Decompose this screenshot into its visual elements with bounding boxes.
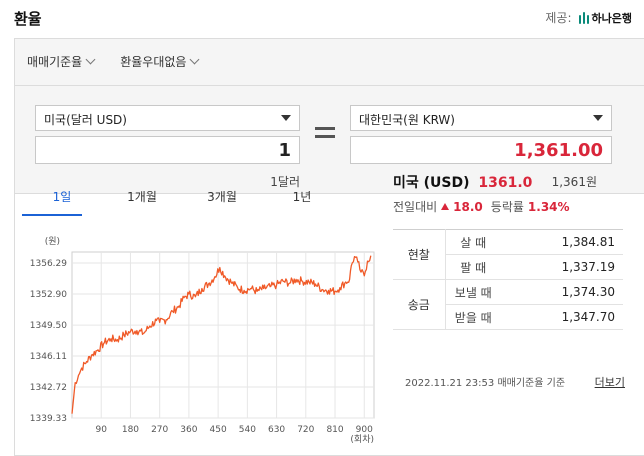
provider-info: 제공: 하나은행 (545, 9, 632, 26)
x-tick-label: 630 (268, 425, 285, 435)
y-tick-label: 1339.33 (30, 414, 67, 424)
rates-table: 현찰 살 때 1,384.81 팔 때 1,337.19 송금 보낼 때 1,3… (393, 229, 623, 330)
bank-logo[interactable]: 하나은행 (578, 10, 632, 26)
y-tick-label: 1342.72 (30, 383, 67, 393)
from-currency-select[interactable]: 미국(달러 USD) (35, 105, 300, 131)
from-amount-input[interactable]: 1 (35, 136, 300, 164)
remittance-group-label: 송금 (393, 279, 446, 330)
from-currency-value: 미국(달러 USD) (44, 113, 127, 127)
x-tick-label: 90 (95, 425, 107, 435)
rate-value: 1,374.30 (501, 279, 623, 305)
active-tab-indicator (22, 214, 82, 216)
rate-value: 1,337.19 (501, 254, 623, 280)
tab-1day[interactable]: 1일 (22, 186, 102, 216)
equals-icon (315, 127, 335, 143)
rise-value: 1.34% (527, 199, 570, 214)
tab-3months[interactable]: 3개월 (182, 186, 262, 216)
y-tick-label: 1349.50 (30, 321, 67, 331)
x-tick-label: 270 (151, 425, 168, 435)
dropdown-arrow-icon (593, 115, 603, 121)
rate-label: 살 때 (445, 229, 501, 255)
converter-area: 매매기준율 환율우대없음 미국(달러 USD) 1 1달러 대한민국(원 KRW… (15, 39, 644, 194)
x-axis-label: (회차) (350, 433, 374, 445)
x-tick-label: 720 (297, 425, 314, 435)
x-tick-label: 810 (326, 425, 343, 435)
rate-summary: 미국 (USD) 1361.0 전일대비 18.0 등락률 1.34% (393, 172, 630, 215)
x-tick-label: 180 (122, 425, 139, 435)
footer: 2022.11.21 23:53 매매기준율 기준 더보기 (405, 374, 625, 390)
rate-basis-label: 매매기준율 (27, 55, 83, 69)
y-tick-label: 1356.29 (30, 259, 67, 269)
divider (15, 85, 644, 86)
header: 환율 제공: 하나은행 (0, 0, 644, 38)
hana-logo-icon (578, 11, 590, 24)
rate-label: 보낼 때 (445, 279, 501, 305)
tab-1year[interactable]: 1년 (262, 186, 342, 216)
y-tick-label: 1352.90 (30, 290, 67, 300)
exchange-rate-chart: 1356.29 1352.90 1349.50 1346.11 1342.72 1339.… (30, 236, 375, 445)
rate-label: 받을 때 (445, 304, 501, 330)
change-label: 전일대비 (393, 200, 438, 214)
dropdown-arrow-icon (281, 115, 291, 121)
rate-value: 1,347.70 (501, 304, 623, 330)
rate-label: 팔 때 (445, 254, 501, 280)
table-row: 현찰 살 때 1,384.81 (393, 229, 623, 280)
rise-label: 등락률 (490, 200, 524, 214)
x-tick-label: 360 (180, 425, 197, 435)
x-tick-label: 540 (239, 425, 256, 435)
provider-name: 하나은행 (591, 11, 632, 25)
provider-label: 제공: (545, 11, 572, 25)
cash-group-label: 현찰 (393, 229, 446, 280)
basis-note: 매매기준율 기준 (497, 378, 566, 389)
more-link[interactable]: 더보기 (595, 374, 625, 390)
summary-rate: 1361.0 (478, 175, 533, 191)
summary-country: 미국 (USD) (393, 175, 470, 191)
rate-options: 매매기준율 환율우대없음 (27, 53, 200, 70)
table-row: 송금 보낼 때 1,374.30 (393, 279, 623, 330)
to-amount-input[interactable]: 1,361.00 (350, 136, 612, 164)
up-arrow-icon (441, 203, 450, 210)
chevron-down-icon (190, 54, 200, 65)
preferential-rate-label: 환율우대없음 (120, 55, 187, 69)
chevron-down-icon (85, 54, 96, 65)
to-currency-value: 대한민국(원 KRW) (359, 113, 455, 127)
preferential-rate-dropdown[interactable]: 환율우대없음 (120, 53, 200, 70)
y-axis-label: (원) (45, 236, 60, 247)
x-tick-label: 900 (356, 425, 373, 435)
rate-value: 1,384.81 (501, 229, 623, 255)
rate-basis-dropdown[interactable]: 매매기준율 (27, 53, 96, 70)
change-value: 18.0 (453, 199, 483, 214)
timestamp: 2022.11.21 23:53 (405, 378, 495, 389)
period-tabs: 1일 1개월 3개월 1년 (22, 186, 372, 216)
y-tick-label: 1346.11 (30, 352, 67, 362)
tab-1month[interactable]: 1개월 (102, 186, 182, 216)
to-currency-select[interactable]: 대한민국(원 KRW) (350, 105, 612, 131)
x-tick-label: 450 (210, 425, 227, 435)
page-title: 환율 (14, 10, 42, 28)
